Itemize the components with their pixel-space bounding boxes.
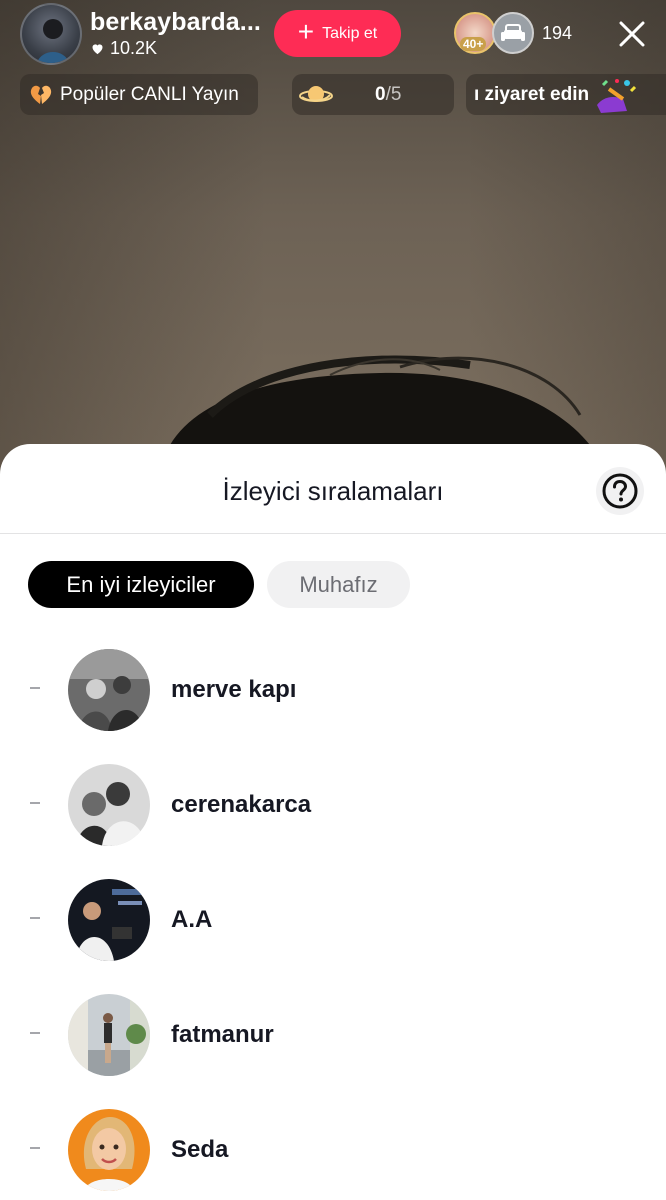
viewer-name: fatmanur bbox=[171, 1021, 274, 1048]
broken-heart-icon bbox=[30, 85, 52, 104]
viewer-name: merve kapı bbox=[171, 676, 297, 703]
host-likes-count: 10.2K bbox=[110, 38, 158, 58]
rank-placeholder bbox=[30, 1147, 40, 1149]
close-icon[interactable] bbox=[615, 17, 649, 51]
goal-progress: 0/5 bbox=[375, 84, 401, 106]
sheet-divider bbox=[0, 533, 666, 534]
host-likes: 10.2K bbox=[90, 38, 157, 59]
rank-placeholder bbox=[30, 1032, 40, 1034]
viewer-avatar[interactable] bbox=[68, 879, 150, 961]
viewer-avatar-image bbox=[68, 1109, 150, 1191]
follow-button-label: Takip et bbox=[322, 24, 378, 42]
plus-icon: + bbox=[297, 16, 315, 47]
tab-top-viewers[interactable]: En iyi izleyiciler bbox=[28, 561, 254, 608]
viewer-row[interactable]: A.A bbox=[0, 879, 666, 979]
popular-live-label: Popüler CANLI Yayın bbox=[60, 83, 239, 105]
question-circle-icon bbox=[602, 473, 638, 509]
viewer-level-badge: 40+ bbox=[460, 37, 487, 51]
viewer-avatar[interactable] bbox=[68, 764, 150, 846]
viewer-avatar[interactable] bbox=[68, 649, 150, 731]
sofa-icon bbox=[501, 24, 525, 41]
planet-icon bbox=[299, 85, 333, 102]
host-avatar-image bbox=[37, 19, 69, 63]
viewer-name: A.A bbox=[171, 906, 213, 933]
viewer-avatar-image bbox=[68, 879, 150, 961]
sheet-title: İzleyici sıralamaları bbox=[222, 476, 444, 506]
tab-guardian[interactable]: Muhafız bbox=[267, 561, 410, 608]
rank-placeholder bbox=[30, 687, 40, 689]
help-button[interactable] bbox=[596, 467, 644, 515]
live-top-bar: berkaybarda... 10.2K + Takip et 40+ 194 bbox=[0, 0, 666, 70]
goal-total: /5 bbox=[385, 83, 402, 105]
viewer-row[interactable]: cerenakarca bbox=[0, 764, 666, 864]
viewer-avatar[interactable] bbox=[68, 1109, 150, 1191]
viewer-count[interactable]: 194 bbox=[542, 23, 572, 44]
viewer-row[interactable]: Seda bbox=[0, 1109, 666, 1200]
viewer-name: cerenakarca bbox=[171, 791, 312, 818]
host-avatar[interactable] bbox=[20, 3, 82, 65]
popular-live-pill[interactable]: Popüler CANLI Yayın bbox=[20, 74, 258, 115]
party-gift-icon bbox=[597, 78, 637, 113]
top-viewer-avatar[interactable] bbox=[492, 12, 534, 54]
visit-label: ı ziyaret edin bbox=[474, 83, 590, 105]
viewer-avatar-image bbox=[68, 649, 150, 731]
rank-placeholder bbox=[30, 917, 40, 919]
goal-pill[interactable]: 0/5 bbox=[292, 74, 454, 115]
top-viewers-avatars[interactable]: 40+ bbox=[454, 12, 534, 56]
visit-pill[interactable]: ı ziyaret edin bbox=[466, 74, 666, 115]
viewer-avatar-image bbox=[68, 994, 150, 1076]
heart-icon bbox=[92, 44, 103, 55]
viewer-avatar[interactable] bbox=[68, 994, 150, 1076]
follow-button[interactable]: + Takip et bbox=[274, 10, 401, 57]
goal-current: 0 bbox=[375, 83, 386, 105]
viewer-row[interactable]: fatmanur bbox=[0, 994, 666, 1094]
rank-placeholder bbox=[30, 802, 40, 804]
viewer-name: Seda bbox=[171, 1136, 229, 1163]
viewer-row[interactable]: merve kapı bbox=[0, 649, 666, 749]
host-name[interactable]: berkaybarda... bbox=[90, 8, 261, 37]
viewer-avatar-image bbox=[68, 764, 150, 846]
